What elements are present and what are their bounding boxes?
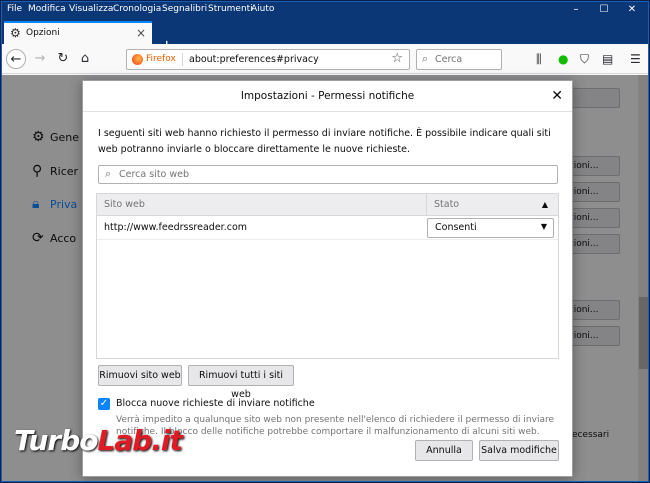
dialog-description: I seguenti siti web hanno richiesto il p… (98, 128, 551, 155)
close-window-icon[interactable]: ✕ (618, 2, 646, 18)
cancel-button[interactable]: Annulla (415, 440, 473, 461)
tab-options[interactable]: ⚙ Opzioni × (4, 21, 152, 44)
maximize-icon[interactable]: ☐ (590, 2, 618, 18)
dialog-header: Impostazioni - Permessi notifiche ✕ (83, 81, 572, 112)
close-icon[interactable]: ✕ (551, 88, 563, 104)
menu-file[interactable]: File (7, 4, 22, 14)
search-bar[interactable]: ⌕ Cerca (416, 49, 502, 70)
menu-modifica[interactable]: Modifica (28, 4, 66, 14)
site-url: http://www.feedrssreader.com (104, 222, 248, 233)
column-header-status[interactable]: Stato ▲ (427, 194, 558, 216)
search-icon: ⌕ (422, 52, 429, 65)
forward-icon[interactable]: → (30, 49, 50, 69)
menu-cronologia[interactable]: Cronologia (113, 4, 161, 14)
sites-table: Sito web Stato ▲ http://www.feedrssreader… (96, 193, 559, 359)
gear-icon: ⚙ (10, 26, 21, 40)
block-requests-checkbox[interactable]: ✓ (98, 398, 110, 410)
status-value: Consenti (435, 222, 477, 233)
menu-aiuto[interactable]: Aiuto (251, 4, 274, 14)
menu-bar: File Modifica Visualizza Cronologia Segn… (2, 2, 648, 18)
bookmark-star-icon[interactable]: ☆ (391, 51, 403, 66)
dialog-title: Impostazioni - Permessi notifiche (240, 90, 415, 102)
browser-window: File Modifica Visualizza Cronologia Segn… (1, 1, 649, 482)
menu-strumenti[interactable]: Strumenti (208, 4, 253, 14)
extension-check-icon[interactable]: ● (558, 52, 568, 66)
back-icon[interactable]: ← (6, 49, 26, 69)
search-placeholder: Cerca (435, 54, 463, 65)
home-icon[interactable]: ⌂ (75, 49, 95, 69)
remove-all-sites-button[interactable]: Rimuovi tutti i siti web (188, 365, 294, 400)
search-icon: ⌕ (105, 167, 112, 180)
minimize-icon[interactable]: – (562, 2, 590, 18)
url-text[interactable]: about:preferences#privacy (189, 54, 319, 65)
url-bar[interactable]: Firefox about:preferences#privacy ☆ (126, 49, 410, 70)
close-tab-icon[interactable]: × (136, 26, 146, 40)
sort-ascending-icon: ▲ (541, 200, 548, 209)
block-requests-label[interactable]: Blocca nuove richieste di inviare notifi… (116, 398, 315, 409)
hamburger-menu-icon[interactable]: ☰ (630, 52, 641, 66)
library-icon[interactable]: ⫼ (536, 52, 542, 67)
chevron-down-icon: ▼ (540, 222, 547, 231)
shield-icon[interactable]: ⛉ (580, 52, 589, 67)
status-select[interactable]: Consenti ▼ (427, 218, 554, 238)
notification-permissions-dialog: Impostazioni - Permessi notifiche ✕ I se… (82, 80, 573, 477)
reload-icon[interactable]: ↻ (53, 49, 73, 69)
save-changes-button[interactable]: Salva modifiche (479, 440, 559, 461)
search-placeholder: Cerca sito web (119, 169, 190, 180)
menu-visualizza[interactable]: Visualizza (69, 4, 113, 14)
identity-label: Firefox (146, 54, 176, 64)
divider (182, 53, 183, 66)
column-header-site[interactable]: Sito web (97, 194, 427, 216)
navigation-toolbar: ← → ↻ ⌂ Firefox about:preferences#privac… (2, 44, 648, 74)
sidebar-icon[interactable]: ▤ (602, 52, 613, 66)
turbolab-watermark: TurboLab.it (14, 424, 183, 457)
tab-label: Opzioni (26, 28, 60, 38)
site-search-input[interactable]: ⌕ Cerca sito web (98, 165, 558, 184)
remove-site-button[interactable]: Rimuovi sito web (98, 365, 182, 386)
table-row[interactable]: http://www.feedrssreader.com Consenti ▼ (97, 217, 558, 240)
menu-segnalibri[interactable]: Segnalibri (162, 4, 207, 14)
firefox-icon (132, 54, 143, 65)
tab-strip: ⚙ Opzioni × + (2, 18, 648, 55)
block-requests-note: Verrà impedito a qualunque sito web non … (116, 415, 555, 437)
